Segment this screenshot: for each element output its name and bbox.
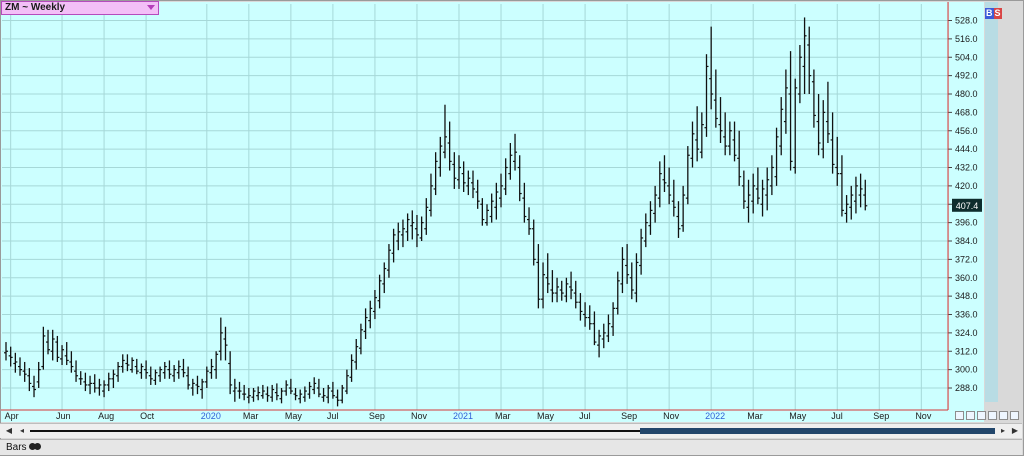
- toolbar-button-5[interactable]: [999, 411, 1008, 420]
- toolbar-button-4[interactable]: [988, 411, 997, 420]
- y-tick-label: 420.0: [955, 181, 978, 191]
- sell-badge[interactable]: S: [993, 8, 1002, 19]
- x-tick-label: 2020: [201, 411, 221, 421]
- symbol-label: ZM ~ Weekly: [5, 2, 66, 13]
- y-tick-label: 396.0: [955, 218, 978, 228]
- chart-style-label[interactable]: Bars: [6, 441, 27, 454]
- last-price-tag: 407.4: [952, 198, 982, 212]
- y-tick-label: 312.0: [955, 346, 978, 356]
- triangle-down-icon[interactable]: [147, 5, 155, 10]
- toolbar-button-6[interactable]: [1010, 411, 1019, 420]
- x-tick-label: Nov: [411, 411, 428, 421]
- y-tick-label: 288.0: [955, 383, 978, 393]
- x-tick-label: May: [285, 411, 303, 421]
- toolbar-button-1[interactable]: [955, 411, 964, 420]
- y-tick-label: 300.0: [955, 365, 978, 375]
- x-tick-label: 2022: [705, 411, 725, 421]
- y-tick-label: 480.0: [955, 89, 978, 99]
- scroll-right-end-icon[interactable]: ▶: [1010, 426, 1020, 436]
- y-tick-label: 384.0: [955, 236, 978, 246]
- chart-canvas[interactable]: 288.0 300.0 312.0 324.0 336.0 348.0 360.0 372.0…: [0, 0, 1024, 456]
- y-tick-label: 348.0: [955, 291, 978, 301]
- x-tick-label: Nov: [915, 411, 932, 421]
- y-tick-label: 516.0: [955, 34, 978, 44]
- date-axis-labels: Apr Jun Aug Oct 2020 Mar May Jul Sep Nov 2021 Mar Ma…: [5, 411, 932, 421]
- y-tick-label: 528.0: [955, 16, 978, 26]
- x-tick-label: Sep: [621, 411, 637, 421]
- x-tick-label: Aug: [98, 411, 114, 421]
- buy-badge[interactable]: B: [985, 8, 994, 19]
- x-tick-label: Jun: [56, 411, 71, 421]
- x-tick-label: Apr: [5, 411, 19, 421]
- last-price-label: 407.4: [956, 201, 979, 211]
- x-tick-label: May: [537, 411, 555, 421]
- right-strip: [985, 2, 998, 402]
- x-tick-label: Sep: [873, 411, 889, 421]
- x-tick-label: Sep: [369, 411, 385, 421]
- x-tick-label: Mar: [747, 411, 763, 421]
- scroll-thumb[interactable]: [640, 428, 995, 434]
- y-tick-label: 444.0: [955, 144, 978, 154]
- x-tick-label: Oct: [140, 411, 155, 421]
- x-tick-label: Jul: [327, 411, 339, 421]
- x-tick-label: Jul: [579, 411, 591, 421]
- x-tick-label: Mar: [243, 411, 259, 421]
- y-tick-label: 360.0: [955, 273, 978, 283]
- scroll-left-icon[interactable]: ◂: [17, 426, 27, 436]
- x-tick-label: 2021: [453, 411, 473, 421]
- y-tick-label: 324.0: [955, 328, 978, 338]
- y-tick-label: 432.0: [955, 163, 978, 173]
- y-tick-label: 456.0: [955, 126, 978, 136]
- y-tick-label: 336.0: [955, 310, 978, 320]
- x-tick-label: May: [789, 411, 807, 421]
- glasses-icon[interactable]: [29, 443, 41, 451]
- bs-badges: BS: [985, 8, 1002, 19]
- symbol-selector[interactable]: ZM ~ Weekly: [1, 1, 159, 15]
- x-tick-label: Mar: [495, 411, 511, 421]
- y-tick-label: 468.0: [955, 107, 978, 117]
- y-tick-label: 492.0: [955, 71, 978, 81]
- y-tick-label: 504.0: [955, 52, 978, 62]
- chart-scrollbar[interactable]: ◀ ◂ ▸ ▶: [0, 423, 1022, 438]
- x-tick-label: Nov: [663, 411, 680, 421]
- y-tick-label: 372.0: [955, 254, 978, 264]
- scroll-left-end-icon[interactable]: ◀: [4, 426, 14, 436]
- status-bar: Bars: [0, 439, 1022, 455]
- plot-area: [1, 2, 948, 410]
- toolbar-button-3[interactable]: [977, 411, 986, 420]
- toolbar-button-2[interactable]: [966, 411, 975, 420]
- scroll-right-icon[interactable]: ▸: [998, 426, 1008, 436]
- x-tick-label: Jul: [831, 411, 843, 421]
